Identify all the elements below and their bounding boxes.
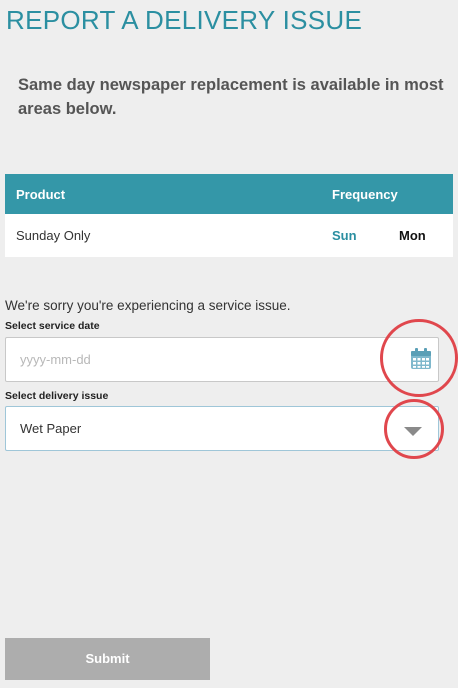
delivery-issue-select[interactable]: Wet Paper <box>5 406 439 451</box>
frequency-day-mon: Mon <box>399 228 426 243</box>
column-header-product: Product <box>16 187 66 202</box>
delivery-issue-label: Select delivery issue <box>5 390 109 402</box>
product-table: Product Frequency Sunday Only Sun Mon <box>5 174 453 257</box>
table-row: Sunday Only Sun Mon <box>5 214 453 257</box>
highlight-circle-calendar <box>380 319 458 397</box>
column-header-frequency: Frequency <box>332 187 398 202</box>
service-date-input[interactable] <box>5 337 439 382</box>
product-name: Sunday Only <box>16 228 91 243</box>
service-issue-message: We're sorry you're experiencing a servic… <box>5 298 291 313</box>
page-title: REPORT A DELIVERY ISSUE <box>6 5 363 35</box>
delivery-issue-selected-value: Wet Paper <box>20 421 82 436</box>
availability-notice: Same day newspaper replacement is availa… <box>18 76 444 118</box>
service-date-label: Select service date <box>5 320 100 332</box>
submit-button[interactable]: Submit <box>5 638 210 680</box>
highlight-circle-dropdown <box>384 399 444 459</box>
frequency-day-sun: Sun <box>332 228 357 243</box>
table-header: Product Frequency <box>5 174 453 214</box>
